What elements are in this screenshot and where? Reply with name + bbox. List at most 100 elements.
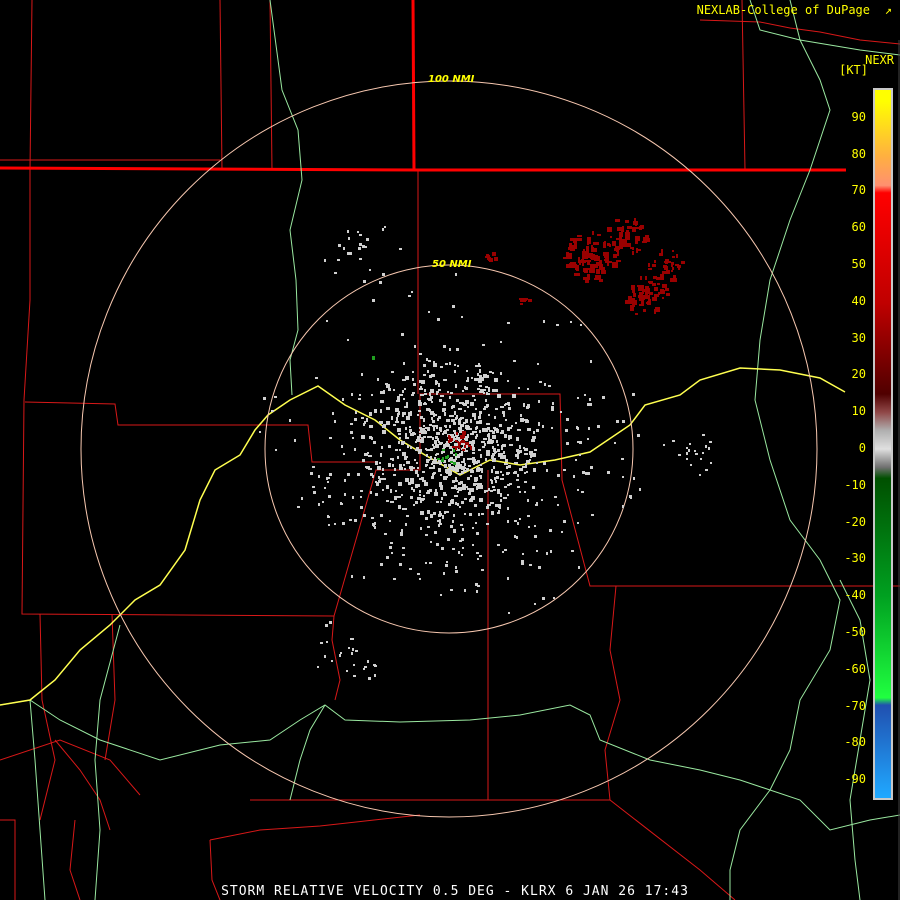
- clutter-echo: [702, 452, 704, 454]
- clutter-echo: [519, 518, 521, 520]
- clutter-echo: [404, 388, 406, 390]
- outbound-echo: [585, 260, 591, 262]
- clutter-echo: [549, 529, 552, 532]
- clutter-echo: [462, 528, 464, 531]
- outbound-echo: [670, 278, 674, 282]
- clutter-echo: [422, 429, 425, 431]
- clutter-echo: [401, 421, 405, 424]
- clutter-echo: [318, 475, 320, 478]
- clutter-echo: [374, 526, 376, 529]
- clutter-echo: [589, 403, 592, 406]
- outbound-echo: [672, 267, 674, 270]
- clutter-echo: [367, 452, 369, 454]
- clutter-echo: [622, 476, 624, 478]
- clutter-echo: [466, 486, 468, 488]
- clutter-echo: [551, 427, 553, 429]
- clutter-echo: [520, 414, 522, 417]
- clutter-echo: [607, 471, 610, 474]
- clutter-echo: [413, 504, 415, 506]
- outbound-echo: [528, 299, 532, 302]
- clutter-echo: [490, 479, 492, 481]
- clutter-echo: [365, 246, 367, 248]
- clutter-echo: [367, 660, 369, 663]
- clutter-echo: [499, 505, 501, 509]
- clutter-echo: [622, 505, 624, 508]
- outbound-echo: [647, 288, 650, 291]
- clutter-echo: [705, 445, 707, 448]
- outbound-echo: [664, 261, 668, 263]
- outbound-echo: [494, 257, 498, 261]
- clutter-echo: [695, 453, 698, 455]
- clutter-echo: [533, 468, 536, 472]
- clutter-echo: [339, 654, 341, 657]
- clutter-echo: [430, 448, 433, 450]
- clutter-echo: [410, 411, 412, 414]
- clutter-echo: [429, 375, 432, 378]
- outbound-echo: [632, 290, 635, 293]
- clutter-echo: [536, 462, 538, 464]
- clutter-echo: [472, 452, 475, 454]
- clutter-echo: [421, 437, 424, 441]
- outbound-echo: [619, 232, 623, 237]
- clutter-echo: [479, 498, 483, 502]
- clutter-echo: [476, 486, 478, 490]
- clutter-echo: [694, 450, 696, 452]
- clutter-echo: [486, 404, 489, 407]
- clutter-echo: [507, 402, 510, 404]
- clutter-echo: [425, 448, 427, 450]
- clutter-echo: [372, 475, 374, 478]
- clutter-echo: [456, 437, 458, 439]
- credit-text: NEXLAB-College of DuPage: [696, 3, 870, 17]
- clutter-echo: [449, 396, 451, 399]
- clutter-echo: [579, 441, 582, 444]
- clutter-echo: [422, 471, 425, 473]
- clutter-echo: [476, 552, 479, 554]
- clutter-echo: [390, 542, 393, 544]
- clutter-echo: [440, 474, 442, 476]
- clutter-echo: [508, 436, 510, 440]
- outbound-echo: [632, 227, 636, 232]
- clutter-echo: [324, 487, 326, 489]
- clutter-echo: [440, 594, 442, 596]
- clutter-echo: [390, 501, 394, 503]
- clutter-echo: [402, 390, 404, 393]
- clutter-echo: [494, 378, 498, 382]
- clutter-echo: [429, 562, 432, 564]
- outbound-echo: [657, 283, 660, 285]
- outbound-echo: [570, 238, 574, 241]
- clutter-echo: [552, 402, 554, 405]
- clutter-echo: [359, 394, 361, 396]
- clutter-echo: [439, 442, 442, 445]
- clutter-echo: [432, 425, 436, 427]
- clutter-echo: [450, 589, 453, 591]
- clutter-echo: [451, 419, 455, 422]
- clutter-echo: [450, 457, 452, 459]
- clutter-echo: [416, 447, 419, 449]
- outbound-echo: [659, 253, 663, 256]
- clutter-echo: [507, 494, 509, 496]
- outbound-echo: [563, 257, 566, 259]
- clutter-echo: [686, 447, 688, 449]
- clutter-echo: [419, 353, 422, 355]
- clutter-echo: [426, 464, 428, 466]
- clutter-echo: [412, 378, 414, 381]
- outbound-echo: [635, 236, 640, 241]
- outbound-echo: [470, 446, 472, 450]
- clutter-echo: [371, 517, 374, 519]
- clutter-echo: [456, 348, 459, 351]
- outbound-echo: [587, 262, 590, 265]
- clutter-echo: [351, 638, 354, 640]
- clutter-echo: [427, 370, 429, 373]
- clutter-echo: [436, 453, 439, 455]
- clutter-echo: [449, 348, 451, 351]
- clutter-echo: [448, 464, 451, 467]
- clutter-echo: [461, 424, 464, 427]
- clutter-echo: [399, 467, 403, 470]
- outbound-echo: [662, 284, 667, 288]
- clutter-echo: [461, 461, 465, 463]
- clutter-echo: [420, 511, 424, 515]
- clutter-echo: [536, 429, 539, 432]
- clutter-echo: [430, 396, 433, 399]
- clutter-echo: [444, 412, 446, 416]
- clutter-echo: [479, 414, 481, 416]
